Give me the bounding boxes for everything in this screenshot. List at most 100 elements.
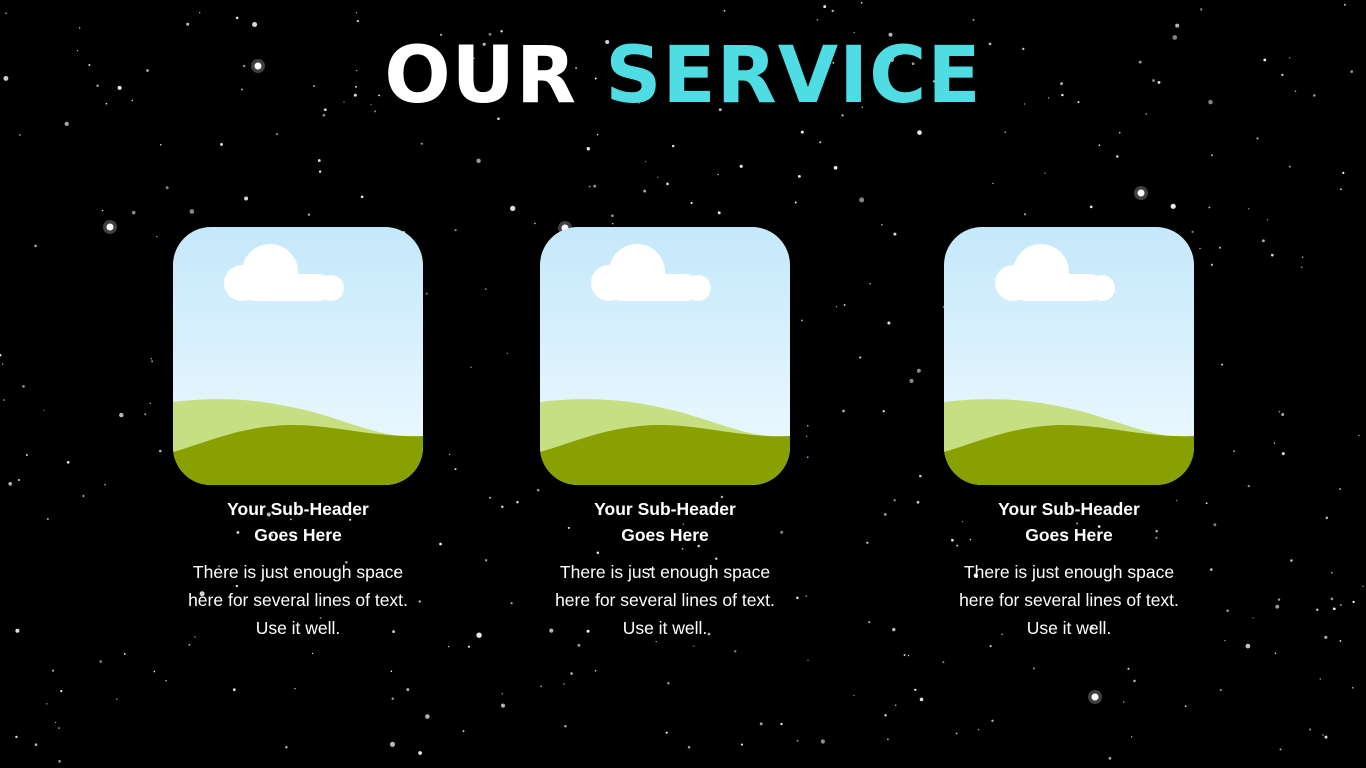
card-subheader: Your Sub-Header Goes Here: [594, 499, 736, 545]
star: [1339, 639, 1342, 642]
star: [916, 368, 921, 373]
star: [690, 201, 693, 205]
star: [1262, 239, 1265, 243]
star: [1325, 516, 1329, 520]
star: [800, 130, 804, 134]
star: [186, 22, 190, 26]
star: [869, 282, 871, 285]
star: [820, 739, 825, 744]
star: [883, 513, 887, 516]
star: [99, 660, 103, 663]
star: [671, 144, 675, 148]
star: [1252, 617, 1254, 619]
star: [484, 288, 487, 290]
star: [594, 669, 597, 672]
star: [311, 652, 314, 655]
star: [1218, 246, 1221, 249]
star: [389, 741, 396, 747]
star: [717, 211, 721, 215]
star: [1116, 155, 1119, 158]
star: [1352, 687, 1354, 689]
star: [893, 232, 897, 236]
star: [907, 654, 910, 657]
star: [165, 679, 167, 682]
star: [356, 19, 360, 23]
star: [119, 412, 124, 418]
star: [418, 751, 422, 755]
star: [467, 645, 471, 648]
star: [644, 161, 647, 163]
star: [887, 321, 891, 325]
star: [391, 697, 394, 700]
star: [501, 703, 505, 708]
star: [989, 645, 992, 648]
star: [294, 688, 296, 690]
star: [586, 147, 590, 151]
star: [540, 685, 542, 688]
star: [780, 722, 783, 726]
star: [2, 363, 4, 365]
star: [801, 319, 803, 322]
star: [894, 704, 897, 706]
star: [977, 728, 980, 731]
star: [796, 739, 799, 742]
star: [15, 628, 20, 633]
star: [1170, 203, 1176, 209]
star: [506, 352, 508, 355]
star: [1273, 442, 1276, 444]
star: [1118, 131, 1121, 134]
star: [1316, 608, 1319, 612]
star: [101, 209, 104, 212]
star: [868, 621, 871, 624]
star: [806, 435, 808, 438]
page-title: OUR SERVICE: [0, 30, 1366, 124]
star: [1123, 701, 1125, 703]
star: [588, 185, 591, 188]
star: [78, 27, 81, 29]
star: [807, 659, 809, 662]
star: [1210, 263, 1214, 266]
star: [510, 602, 513, 605]
star: [859, 197, 865, 203]
star: [1023, 213, 1027, 216]
star: [462, 730, 465, 733]
star: [150, 358, 153, 360]
glow-star: [1137, 189, 1145, 197]
star: [1339, 488, 1342, 491]
service-card-1: Your Sub-Header Goes Here There is just e…: [173, 227, 423, 642]
star: [420, 142, 423, 145]
star: [916, 500, 920, 504]
star: [2, 399, 5, 401]
star: [881, 223, 883, 226]
star: [189, 209, 195, 214]
star: [1330, 597, 1334, 601]
star: [1266, 218, 1269, 221]
star: [285, 746, 288, 749]
star: [58, 759, 61, 763]
star: [693, 645, 695, 647]
star: [886, 738, 889, 741]
star: [723, 9, 726, 12]
star: [123, 653, 126, 655]
star: [657, 176, 659, 178]
glow-star: [106, 223, 114, 231]
star: [1211, 154, 1213, 156]
star: [390, 670, 393, 673]
star: [159, 449, 162, 453]
star: [796, 596, 799, 600]
star: [1274, 652, 1277, 654]
star: [156, 235, 158, 238]
card-body-text: There is just enough space here for sever…: [188, 562, 408, 638]
star: [1108, 756, 1112, 760]
star: [43, 410, 45, 412]
star: [667, 682, 670, 685]
star: [903, 653, 906, 657]
star: [104, 483, 106, 486]
star: [882, 410, 885, 413]
star: [1332, 607, 1336, 611]
star: [991, 719, 994, 722]
star: [611, 214, 614, 217]
star: [1319, 678, 1322, 680]
star: [5, 12, 7, 15]
star: [360, 195, 364, 199]
